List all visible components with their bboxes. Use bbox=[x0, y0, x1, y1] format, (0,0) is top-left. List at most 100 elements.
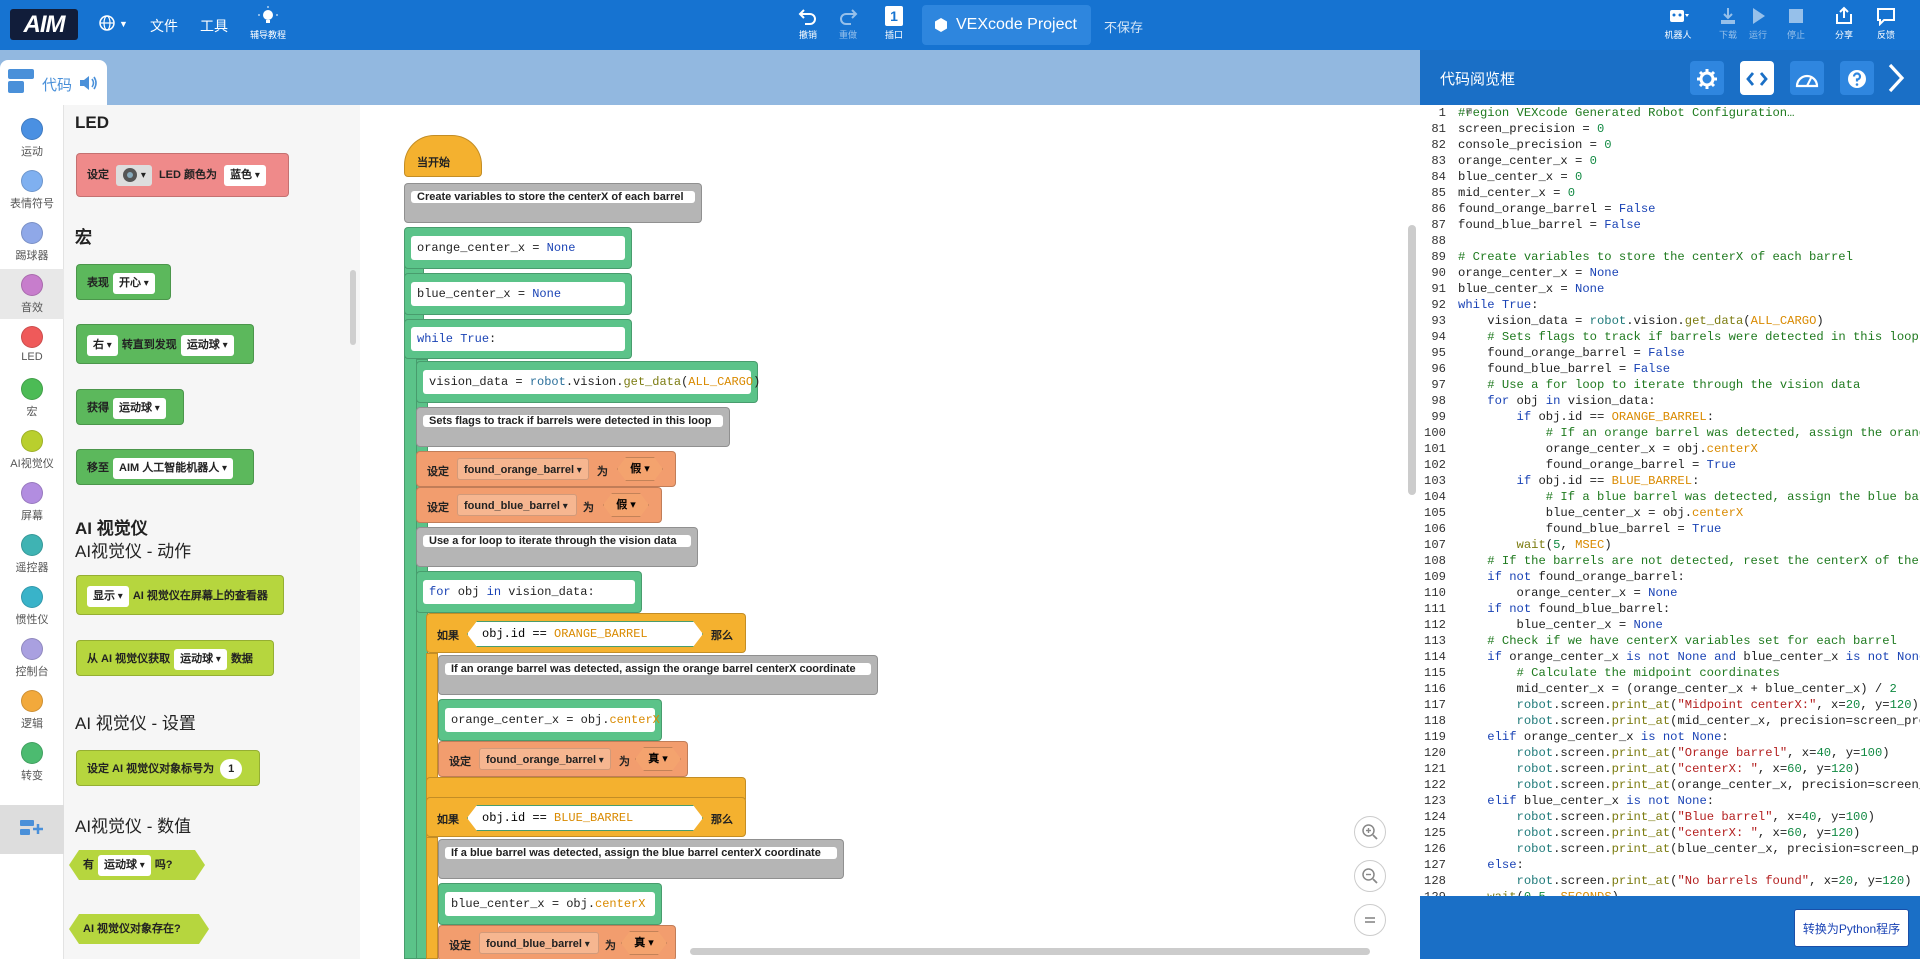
boolean-dropdown[interactable]: 真假 ▾ bbox=[603, 493, 649, 517]
file-menu[interactable]: 文件 bbox=[150, 16, 178, 36]
project-name-field[interactable]: VEXcode Project bbox=[922, 5, 1091, 45]
turn-until-found-block[interactable]: 右转直到发现运动球 bbox=[76, 324, 254, 364]
variable-dropdown[interactable]: found_orange_barrel bbox=[457, 458, 589, 480]
target-dropdown[interactable]: 运动球 bbox=[174, 649, 227, 670]
tab-code[interactable]: 代码 bbox=[0, 60, 107, 105]
vision-data-block[interactable]: vision_data = robot.vision.get_data(ALL_… bbox=[416, 361, 760, 403]
code-field[interactable]: vision_data = robot.vision.get_data(ALL_… bbox=[423, 370, 760, 394]
zoom-reset-button[interactable] bbox=[1354, 904, 1386, 936]
code-field[interactable]: for obj in vision_data: bbox=[423, 580, 635, 604]
set-variable-block[interactable]: 设定 found_orange_barrel 为 假 ▾ bbox=[416, 451, 676, 487]
dashboard-button[interactable] bbox=[1790, 61, 1824, 95]
code-field[interactable]: blue_center_x = obj.centerX bbox=[445, 892, 655, 916]
code-workspace[interactable]: 当开始 Create variables to store the center… bbox=[360, 105, 1420, 959]
boolean-dropdown[interactable]: 假 ▾ bbox=[617, 457, 663, 481]
ai-display-block[interactable]: 显示AI 视觉仪在屏幕上的查看器 bbox=[76, 575, 284, 615]
feedback-button[interactable]: 反馈 bbox=[1868, 6, 1904, 41]
emotion-dropdown[interactable]: 开心 bbox=[113, 273, 155, 294]
undo-button[interactable]: 撤销 bbox=[790, 6, 826, 41]
comment-block[interactable]: If an orange barrel was detected, assign… bbox=[438, 655, 878, 695]
assign-block[interactable]: blue_center_x = obj.centerX bbox=[438, 883, 662, 925]
settings-button[interactable] bbox=[1690, 61, 1724, 95]
category-0[interactable]: 运动 bbox=[0, 113, 64, 163]
variable-dropdown[interactable]: found_blue_barrel bbox=[479, 932, 599, 954]
code-text-area[interactable]: 1 #region VEXcode Generated Robot Configu… bbox=[1420, 105, 1920, 948]
speaker-icon[interactable] bbox=[80, 75, 98, 91]
target-dropdown[interactable]: 运动球 bbox=[180, 335, 234, 356]
convert-to-python-button[interactable]: 转换为Python程序 bbox=[1794, 909, 1909, 947]
category-11[interactable]: 逻辑 bbox=[0, 685, 64, 735]
target-dropdown[interactable]: AIM 人工智能机器人 bbox=[113, 458, 234, 479]
led-color-dropdown[interactable]: 蓝色 bbox=[224, 165, 266, 186]
category-1[interactable]: 表情符号 bbox=[0, 165, 64, 215]
share-button[interactable]: 分享 bbox=[1826, 6, 1862, 41]
assign-block[interactable]: orange_center_x = None bbox=[404, 227, 632, 269]
get-block[interactable]: 获得 运动球 bbox=[76, 389, 184, 425]
comment-text[interactable]: Sets flags to track if barrels were dete… bbox=[423, 415, 723, 427]
comment-block[interactable]: Create variables to store the centerX of… bbox=[404, 183, 702, 223]
tutorials-button[interactable]: 辅导教程 bbox=[250, 6, 286, 41]
category-9[interactable]: 惯性仪 bbox=[0, 581, 64, 631]
while-block[interactable]: while True: bbox=[404, 319, 632, 359]
set-variable-block[interactable]: 设定 found_orange_barrel 为 真 ▾ bbox=[438, 741, 688, 777]
condition-field[interactable]: obj.id == BLUE_BARREL bbox=[467, 805, 703, 831]
if-block[interactable]: 如果 obj.id == ORANGE_BARREL 那么 bbox=[426, 613, 746, 653]
code-field[interactable]: while True: bbox=[411, 327, 625, 351]
ai-has-object-block[interactable]: 有运动球吗? bbox=[69, 850, 205, 880]
extensions-button[interactable] bbox=[0, 805, 64, 854]
if-block[interactable]: 如果 obj.id == BLUE_BARREL 那么 bbox=[426, 797, 746, 837]
zoom-out-button[interactable] bbox=[1354, 860, 1386, 892]
palette-scrollbar[interactable] bbox=[350, 270, 356, 345]
ai-object-exists-block[interactable]: AI 视觉仪对象存在? bbox=[69, 914, 209, 944]
stop-button[interactable]: 停止 bbox=[1778, 6, 1814, 41]
ai-set-tag-block[interactable]: 设定 AI 视觉仪对象标号为 1 bbox=[76, 750, 260, 786]
zoom-in-button[interactable] bbox=[1354, 816, 1386, 848]
set-variable-block[interactable]: 设定 found_blue_barrel 为 真 ▾ bbox=[438, 925, 676, 959]
assign-block[interactable]: orange_center_x = obj.centerX bbox=[438, 699, 662, 741]
collapse-panel-button[interactable] bbox=[1886, 62, 1914, 94]
category-12[interactable]: 转变 bbox=[0, 737, 64, 787]
category-4[interactable]: LED bbox=[0, 321, 64, 371]
comment-block[interactable]: Use a for loop to iterate through the vi… bbox=[416, 527, 698, 567]
robot-button[interactable]: 机器人 bbox=[1658, 6, 1698, 41]
category-10[interactable]: 控制台 bbox=[0, 633, 64, 683]
category-3[interactable]: 音效 bbox=[0, 269, 64, 319]
when-started-block[interactable]: 当开始 bbox=[404, 135, 482, 177]
set-variable-block[interactable]: 设定 found_blue_barrel 为 真假 ▾ bbox=[416, 487, 662, 523]
comment-text[interactable]: If a blue barrel was detected, assign th… bbox=[445, 847, 837, 859]
comment-text[interactable]: Use a for loop to iterate through the vi… bbox=[423, 535, 691, 547]
category-5[interactable]: 宏 bbox=[0, 373, 64, 423]
slot-button[interactable]: 1 插口 bbox=[876, 6, 912, 41]
boolean-dropdown[interactable]: 真 ▾ bbox=[635, 747, 681, 771]
comment-block[interactable]: If a blue barrel was detected, assign th… bbox=[438, 839, 844, 879]
help-button[interactable] bbox=[1840, 61, 1874, 95]
assign-block[interactable]: blue_center_x = None bbox=[404, 273, 632, 315]
code-field[interactable]: orange_center_x = None bbox=[411, 236, 625, 260]
fold-toggle-icon[interactable]: ⊞ bbox=[1466, 105, 1472, 121]
tools-menu[interactable]: 工具 bbox=[200, 16, 228, 36]
led-color-block[interactable]: 设定 LED 颜色为 蓝色 bbox=[76, 153, 289, 197]
ai-get-data-block[interactable]: 从 AI 视觉仪获取运动球数据 bbox=[76, 640, 274, 676]
code-view-button[interactable] bbox=[1740, 61, 1774, 95]
display-dropdown[interactable]: 显示 bbox=[87, 586, 129, 607]
act-block[interactable]: 表现 开心 bbox=[76, 264, 171, 300]
target-dropdown[interactable]: 运动球 bbox=[113, 398, 166, 419]
category-6[interactable]: AI视觉仪 bbox=[0, 425, 64, 475]
run-button[interactable]: 运行 bbox=[1740, 6, 1776, 41]
code-field[interactable]: orange_center_x = obj.centerX bbox=[445, 708, 660, 732]
comment-text[interactable]: If an orange barrel was detected, assign… bbox=[445, 663, 871, 675]
for-block[interactable]: for obj in vision_data: bbox=[416, 571, 642, 613]
direction-dropdown[interactable]: 右 bbox=[87, 335, 118, 356]
workspace-horizontal-scrollbar[interactable] bbox=[690, 948, 1370, 955]
move-to-block[interactable]: 移至 AIM 人工智能机器人 bbox=[76, 449, 254, 485]
comment-text[interactable]: Create variables to store the centerX of… bbox=[411, 191, 695, 203]
tag-number-input[interactable]: 1 bbox=[220, 759, 243, 779]
redo-button[interactable]: 重做 bbox=[830, 6, 866, 41]
category-7[interactable]: 屏幕 bbox=[0, 477, 64, 527]
workspace-vertical-scrollbar[interactable] bbox=[1408, 225, 1416, 495]
variable-dropdown[interactable]: found_blue_barrel bbox=[457, 494, 577, 516]
language-menu[interactable]: ▼ bbox=[98, 14, 128, 32]
comment-block[interactable]: Sets flags to track if barrels were dete… bbox=[416, 407, 730, 447]
target-dropdown[interactable]: 运动球 bbox=[98, 855, 151, 876]
category-8[interactable]: 遥控器 bbox=[0, 529, 64, 579]
